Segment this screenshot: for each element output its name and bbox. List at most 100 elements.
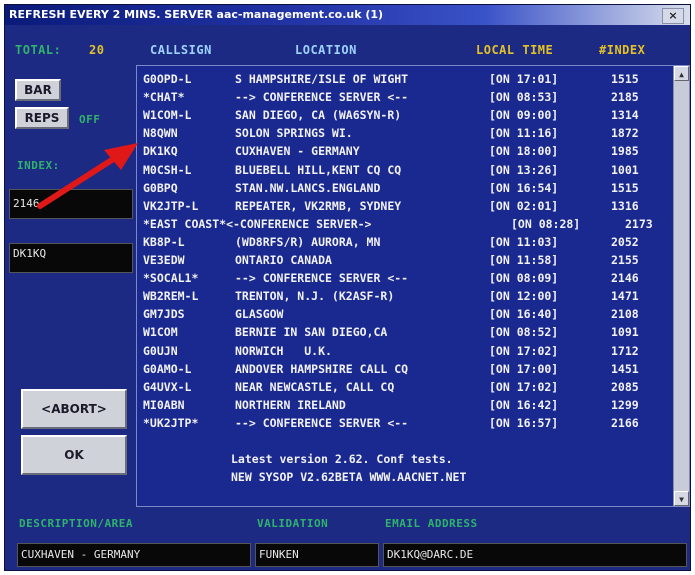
row-index: 1091 (611, 325, 639, 340)
row-index: 1712 (611, 343, 639, 358)
row-location: ANDOVER HAMPSHIRE CALL CQ (235, 361, 409, 376)
scroll-up-icon[interactable]: ▲ (674, 66, 689, 81)
row-callsign: G0OPD-L (143, 72, 192, 86)
validation-label: VALIDATION (257, 517, 329, 530)
column-header-index[interactable]: #INDEX (599, 43, 645, 57)
row-callsign: DK1KQ (143, 144, 178, 159)
row-location: --> CONFERENCE SERVER <-- (235, 90, 409, 105)
row-index: 1299 (611, 397, 639, 412)
footer-line-1: Latest version 2.62. Conf tests. (231, 452, 453, 466)
row-location: REPEATER, VK2RMB, SYDNEY (235, 198, 402, 213)
column-header-callsign[interactable]: CALLSIGN (150, 43, 212, 57)
row-location: NORTHERN IRELAND (235, 397, 346, 412)
total-label: TOTAL: (15, 43, 62, 57)
row-index: 1985 (611, 144, 639, 159)
column-header-local-time[interactable]: LOCAL TIME (476, 43, 553, 57)
row-location: S HAMPSHIRE/ISLE OF WIGHT (235, 72, 409, 86)
row-index: 2185 (611, 90, 639, 105)
row-index: 2166 (611, 415, 639, 430)
row-index: 1451 (611, 361, 639, 376)
row-location: TRENTON, N.J. (K2ASF-R) (235, 289, 395, 304)
index-label: INDEX: (17, 159, 60, 172)
row-index: 1872 (611, 126, 639, 141)
row-callsign: *SOCAL1* (143, 271, 199, 286)
server-list[interactable]: G0OPD-L S HAMPSHIRE/ISLE OF WIGHT [ON 17:0… (136, 65, 690, 507)
row-callsign: G0AMO-L (143, 361, 192, 376)
row-location: --> CONFERENCE SERVER <-- (235, 415, 409, 430)
row-callsign: GM7JDS (143, 307, 185, 322)
row-index: 1471 (611, 289, 639, 304)
row-local-time: [ON 08:52] (489, 325, 559, 340)
row-local-time: [ON 17:02] (489, 379, 559, 394)
row-location: ONTARIO CANADA (235, 253, 332, 267)
validation-field[interactable]: FUNKEN (255, 543, 379, 567)
email-field[interactable]: DK1KQ@DARC.DE (383, 543, 687, 567)
row-location: CUXHAVEN - GERMANY (235, 144, 360, 159)
row-callsign: VE3EDW (143, 253, 185, 267)
row-index: 1314 (611, 108, 639, 123)
row-location: BLUEBELL HILL,KENT CQ CQ (235, 162, 402, 177)
row-local-time: [ON 16:54] (489, 180, 559, 195)
row-callsign: W1COM (143, 325, 178, 340)
window-control-button[interactable]: × (662, 8, 684, 24)
row-local-time: [ON 11:58] (489, 253, 559, 267)
reps-button[interactable]: REPS (15, 107, 69, 129)
row-index: 2108 (611, 307, 639, 322)
row-local-time: [ON 16:57] (489, 415, 559, 430)
app-window: REFRESH EVERY 2 MINS. SERVER aac-managem… (4, 4, 691, 571)
title-bar: REFRESH EVERY 2 MINS. SERVER aac-managem… (5, 5, 690, 25)
row-index: 1515 (611, 72, 639, 86)
row-callsign: *UK2JTP* (143, 415, 199, 430)
row-location: (WD8RFS/R) AURORA, MN (235, 234, 381, 249)
row-local-time: [ON 18:00] (489, 144, 559, 159)
row-location: BERNIE IN SAN DIEGO,CA (235, 325, 388, 340)
row-local-time: [ON 17:02] (489, 343, 559, 358)
row-index: 2173 (625, 216, 653, 231)
reps-state: OFF (79, 113, 101, 126)
row-local-time: [ON 08:28] (511, 216, 581, 231)
row-index: 2146 (611, 271, 639, 286)
row-callsign: G4UVX-L (143, 379, 192, 394)
row-callsign: G0BPQ (143, 180, 178, 195)
row-local-time: [ON 12:00] (489, 289, 559, 304)
row-location: SOLON SPRINGS WI. (235, 126, 353, 141)
total-value: 20 (89, 43, 105, 57)
column-header-location[interactable]: LOCATION (295, 43, 357, 57)
row-local-time: [ON 08:09] (489, 271, 559, 286)
row-callsign: M0CSH-L (143, 162, 192, 177)
row-callsign: G0UJN (143, 343, 178, 358)
row-local-time: [ON 09:00] (489, 108, 559, 123)
callsign-input[interactable]: DK1KQ (9, 243, 133, 273)
row-location: --> CONFERENCE SERVER <-- (235, 271, 409, 286)
row-callsign: KB8P-L (143, 234, 185, 249)
row-local-time: [ON 11:03] (489, 234, 559, 249)
vertical-scrollbar[interactable]: ▲ ▼ (673, 66, 689, 506)
row-index: 1515 (611, 180, 639, 195)
bar-button[interactable]: BAR (15, 79, 61, 101)
row-local-time: [ON 16:42] (489, 397, 559, 412)
row-location: GLASGOW (235, 307, 284, 322)
row-index: 2085 (611, 379, 639, 394)
row-index: 2155 (611, 253, 639, 267)
row-callsign: MI0ABN (143, 397, 185, 412)
row-local-time: [ON 02:01] (489, 198, 559, 213)
row-callsign: W1COM-L (143, 108, 192, 123)
scroll-down-icon[interactable]: ▼ (674, 491, 689, 506)
row-location: NEAR NEWCASTLE, CALL CQ (235, 379, 395, 394)
row-local-time: [ON 17:00] (489, 361, 559, 376)
row-index: 2052 (611, 234, 639, 249)
ok-button[interactable]: OK (21, 435, 127, 475)
row-local-time: [ON 08:53] (489, 90, 559, 105)
description-field[interactable]: CUXHAVEN - GERMANY (17, 543, 251, 567)
index-input[interactable]: 2146 (9, 189, 133, 219)
row-local-time: [ON 16:40] (489, 307, 559, 322)
description-label: DESCRIPTION/AREA (19, 517, 133, 530)
window-title: REFRESH EVERY 2 MINS. SERVER aac-managem… (9, 8, 384, 21)
row-local-time: [ON 13:26] (489, 162, 559, 177)
abort-button[interactable]: <ABORT> (21, 389, 127, 429)
row-local-time: [ON 11:16] (489, 126, 559, 141)
row-location: NORWICH U.K. (235, 343, 332, 358)
row-callsign: VK2JTP-L (143, 198, 199, 213)
row-callsign: *CHAT* (143, 90, 185, 105)
row-index: 1316 (611, 198, 639, 213)
